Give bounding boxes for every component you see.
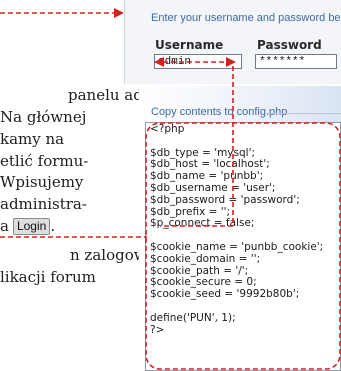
password-input[interactable]: ******* [255, 54, 337, 69]
article-line: Wpisujemy [0, 173, 84, 191]
login-button-reference: Login [12, 218, 51, 235]
article-line: administra- [0, 195, 87, 213]
article-line: panelu ad- [68, 86, 148, 104]
article-line: a [0, 217, 9, 235]
username-input[interactable]: admin [154, 54, 242, 69]
username-label: Username [155, 38, 224, 52]
config-screenshot: Copy contents to config.php <?php $db_ty… [139, 86, 341, 371]
caption-divider [267, 113, 341, 114]
login-form-caption: Enter your username and password below [151, 12, 341, 24]
login-form-screenshot: Enter your username and password below U… [124, 0, 341, 84]
article-line: Na głównej [0, 108, 87, 126]
article-line: likacji forum [0, 268, 96, 286]
config-code-box[interactable]: <?php $db_type = 'mysql'; $db_host = 'lo… [145, 122, 341, 371]
config-code: <?php $db_type = 'mysql'; $db_host = 'lo… [150, 123, 324, 336]
article-line-with-chip: a Login. [0, 217, 56, 235]
config-caption: Copy contents to config.php [151, 106, 288, 118]
article-line: etlić formu- [0, 152, 89, 170]
article-line: kamy na [0, 130, 65, 148]
password-label: Password [257, 38, 322, 52]
